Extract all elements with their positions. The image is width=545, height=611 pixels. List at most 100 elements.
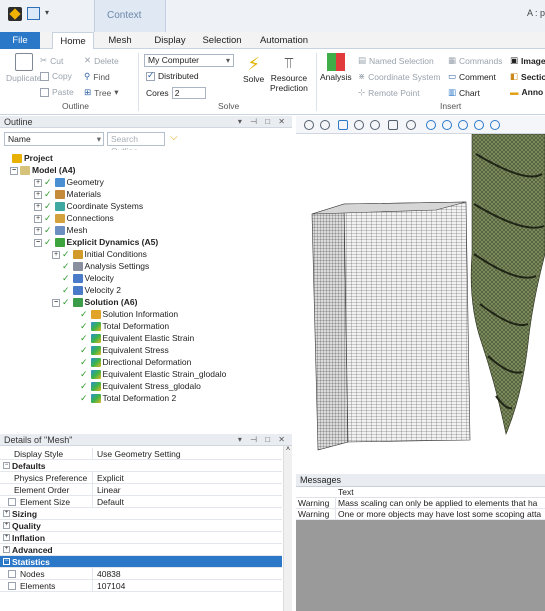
expand-icon[interactable]: + bbox=[3, 510, 10, 517]
details-section[interactable]: − Statistics bbox=[0, 556, 282, 568]
tab-selection[interactable]: Selection bbox=[197, 32, 247, 49]
collapse-icon[interactable]: − bbox=[52, 298, 60, 307]
chevron-up-icon[interactable]: ˄ bbox=[284, 446, 292, 453]
box-zoom-icon[interactable] bbox=[458, 120, 468, 130]
expand-icon[interactable]: + bbox=[52, 250, 60, 259]
panel-controls-icon[interactable]: ▾ ⊣ □ ✕ bbox=[238, 116, 288, 128]
panel-controls-icon[interactable]: ▾ ⊣ □ ✕ bbox=[238, 434, 288, 446]
name-filter-select[interactable]: Name bbox=[4, 132, 104, 146]
tree-item-result[interactable]: ✓ Total Deformation 2 bbox=[80, 393, 176, 404]
tab-automation[interactable]: Automation bbox=[255, 32, 313, 49]
expand-icon[interactable]: + bbox=[34, 226, 42, 235]
details-row[interactable]: Element Order Linear bbox=[0, 484, 282, 496]
distributed-checkbox[interactable]: Distributed bbox=[146, 70, 199, 81]
details-section[interactable]: + Advanced bbox=[0, 544, 282, 556]
computer-select[interactable]: My Computer bbox=[144, 54, 234, 67]
collapse-icon[interactable]: − bbox=[10, 166, 18, 175]
expand-icon[interactable]: + bbox=[3, 522, 10, 529]
collapse-icon[interactable]: − bbox=[3, 462, 10, 469]
details-section[interactable]: + Sizing bbox=[0, 508, 282, 520]
comment-button[interactable]: ▭ Comment bbox=[448, 71, 496, 82]
named-selection-button[interactable]: ▤ Named Selection bbox=[358, 55, 434, 66]
cut-button[interactable]: ✂ Cut bbox=[40, 55, 63, 66]
expand-icon[interactable]: + bbox=[34, 202, 42, 211]
expand-icon[interactable]: + bbox=[34, 214, 42, 223]
tree-item-velocity[interactable]: ✓ Velocity bbox=[62, 273, 114, 284]
checkbox-icon[interactable] bbox=[8, 570, 16, 578]
save-icon[interactable] bbox=[27, 7, 40, 20]
tree-item-geometry[interactable]: + ✓ Geometry bbox=[34, 177, 104, 188]
cores-input[interactable]: 2 bbox=[171, 87, 206, 99]
tree-item-velocity-2[interactable]: ✓ Velocity 2 bbox=[62, 285, 121, 296]
select-body-icon[interactable] bbox=[338, 120, 348, 130]
tree-item-mesh[interactable]: + ✓ Mesh bbox=[34, 225, 87, 236]
cores-field[interactable]: Cores 2 bbox=[146, 87, 206, 99]
select-vertex-icon[interactable] bbox=[388, 120, 398, 130]
zoom-icon[interactable] bbox=[442, 120, 452, 130]
tree-item-model[interactable]: − Model (A4) bbox=[10, 165, 75, 176]
checkbox-icon[interactable] bbox=[8, 582, 16, 590]
expand-icon[interactable]: + bbox=[3, 546, 10, 553]
tree-item-analysis-settings[interactable]: ✓ Analysis Settings bbox=[62, 261, 149, 272]
solve-button[interactable]: ⚡ Solve bbox=[243, 55, 264, 84]
details-section[interactable]: − Defaults bbox=[0, 460, 282, 472]
expand-icon[interactable]: + bbox=[3, 534, 10, 541]
tree-item-solution-information[interactable]: ✓ Solution Information bbox=[80, 309, 178, 320]
collapse-icon[interactable]: − bbox=[34, 238, 42, 247]
expand-icon[interactable]: + bbox=[34, 190, 42, 199]
tree-item-result[interactable]: ✓ Equivalent Elastic Strain_glodalo bbox=[80, 369, 226, 380]
tree-item-solution[interactable]: − ✓ Solution (A6) bbox=[52, 297, 137, 308]
tree-item-materials[interactable]: + ✓ Materials bbox=[34, 189, 101, 200]
checkbox-icon[interactable] bbox=[8, 498, 16, 506]
chart-button[interactable]: ▥ Chart bbox=[448, 87, 480, 98]
duplicate-button[interactable]: Duplicate bbox=[6, 53, 41, 83]
paste-button[interactable]: Paste bbox=[40, 87, 74, 97]
tree-item-result[interactable]: ✓ Equivalent Stress_glodalo bbox=[80, 381, 201, 392]
tree-item-explicit-dynamics[interactable]: − ✓ Explicit Dynamics (A5) bbox=[34, 237, 158, 248]
tab-home[interactable]: Home bbox=[52, 32, 94, 50]
tab-file[interactable]: File bbox=[0, 32, 40, 49]
graphics-viewport[interactable] bbox=[296, 134, 545, 470]
images-button[interactable]: ▣ Image bbox=[510, 55, 545, 66]
tree-item-connections[interactable]: + ✓ Connections bbox=[34, 213, 114, 224]
expand-icon[interactable]: + bbox=[34, 178, 42, 187]
tab-mesh[interactable]: Mesh bbox=[100, 32, 140, 49]
select-edge-icon[interactable] bbox=[370, 120, 380, 130]
collapse-icon[interactable]: − bbox=[3, 558, 10, 565]
copy-button[interactable]: Copy bbox=[40, 71, 72, 81]
message-row[interactable]: Warning One or more objects may have lost… bbox=[296, 509, 545, 520]
scrollbar[interactable]: ˄ bbox=[283, 446, 292, 611]
tree-button[interactable]: ⊞ Tree ▾ bbox=[84, 87, 119, 98]
rotate-icon[interactable] bbox=[406, 120, 416, 130]
pan-icon[interactable] bbox=[426, 120, 436, 130]
zoom-in-icon[interactable] bbox=[304, 120, 314, 130]
commands-button[interactable]: ▦ Commands bbox=[448, 55, 503, 66]
delete-button[interactable]: ✕ Delete bbox=[84, 55, 119, 66]
tree-item-result[interactable]: ✓ Directional Deformation bbox=[80, 357, 191, 368]
details-row[interactable]: Display Style Use Geometry Setting bbox=[0, 448, 282, 460]
details-section[interactable]: + Inflation bbox=[0, 532, 282, 544]
coordinate-system-button[interactable]: ⋇ Coordinate System bbox=[358, 71, 440, 82]
find-button[interactable]: ⚲ Find bbox=[84, 71, 110, 82]
tree-item-initial-conditions[interactable]: + ✓ Initial Conditions bbox=[52, 249, 147, 260]
tree-item-result[interactable]: ✓ Equivalent Elastic Strain bbox=[80, 333, 194, 344]
details-row[interactable]: Elements 107104 bbox=[0, 580, 282, 592]
quick-access-dropdown-icon[interactable]: ▾ bbox=[45, 8, 49, 17]
tree-item-result[interactable]: ✓ Equivalent Stress bbox=[80, 345, 169, 356]
select-face-icon[interactable] bbox=[354, 120, 364, 130]
details-section[interactable]: + Quality bbox=[0, 520, 282, 532]
tree-item-project[interactable]: Project bbox=[12, 153, 53, 164]
details-row[interactable]: Physics Preference Explicit bbox=[0, 472, 282, 484]
analysis-button[interactable]: Analysis bbox=[320, 53, 352, 82]
fit-icon[interactable] bbox=[474, 120, 484, 130]
details-row[interactable]: Nodes 40838 bbox=[0, 568, 282, 580]
search-outline-input[interactable]: Search Outline bbox=[107, 132, 165, 156]
tree-item-coordinate-systems[interactable]: + ✓ Coordinate Systems bbox=[34, 201, 143, 212]
tree-item-result[interactable]: ✓ Total Deformation bbox=[80, 321, 169, 332]
resource-prediction-button[interactable]: ⫪ Resource Prediction bbox=[270, 55, 308, 93]
filter-icon[interactable]: ⌵ bbox=[170, 132, 178, 143]
details-row[interactable]: Element Size Default bbox=[0, 496, 282, 508]
magnifier-icon[interactable] bbox=[490, 120, 500, 130]
context-tab[interactable]: Context bbox=[94, 0, 166, 32]
section-button[interactable]: ◧ Sectio bbox=[510, 71, 545, 82]
